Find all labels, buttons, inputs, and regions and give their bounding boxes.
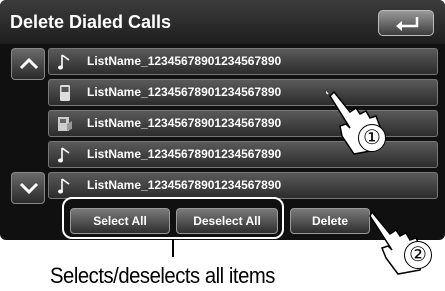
title-bar: Delete Dialed Calls	[0, 0, 445, 44]
back-button[interactable]	[378, 10, 434, 36]
music-note-icon	[58, 178, 70, 194]
list-item[interactable]: ListName_12345678901234567890	[48, 48, 438, 75]
callout-line	[172, 239, 174, 257]
list-item-label: ListName_12345678901234567890	[87, 116, 282, 130]
list-item[interactable]: ListName_12345678901234567890	[48, 172, 438, 199]
music-note-icon	[58, 54, 70, 70]
scroll-down-button[interactable]	[11, 172, 45, 204]
list-item-label: ListName_12345678901234567890	[87, 54, 282, 68]
chevron-up-icon	[19, 57, 39, 70]
back-arrow-icon	[396, 17, 419, 31]
callout-2: ②	[404, 241, 432, 269]
list-item-label: ListName_12345678901234567890	[87, 85, 282, 99]
delete-button[interactable]: Delete	[290, 208, 370, 234]
callout-1: ①	[358, 124, 386, 152]
phone-icon	[60, 85, 70, 101]
phone-book-icon	[58, 117, 72, 131]
callout-bracket	[62, 197, 284, 239]
chevron-down-icon	[19, 182, 39, 195]
scroll-up-button[interactable]	[11, 48, 45, 80]
page-title: Delete Dialed Calls	[10, 12, 172, 32]
list-item-label: ListName_12345678901234567890	[87, 147, 282, 161]
list-item-label: ListName_12345678901234567890	[87, 178, 282, 192]
music-note-icon	[58, 147, 70, 163]
caption: Selects/deselects all items	[50, 263, 275, 288]
